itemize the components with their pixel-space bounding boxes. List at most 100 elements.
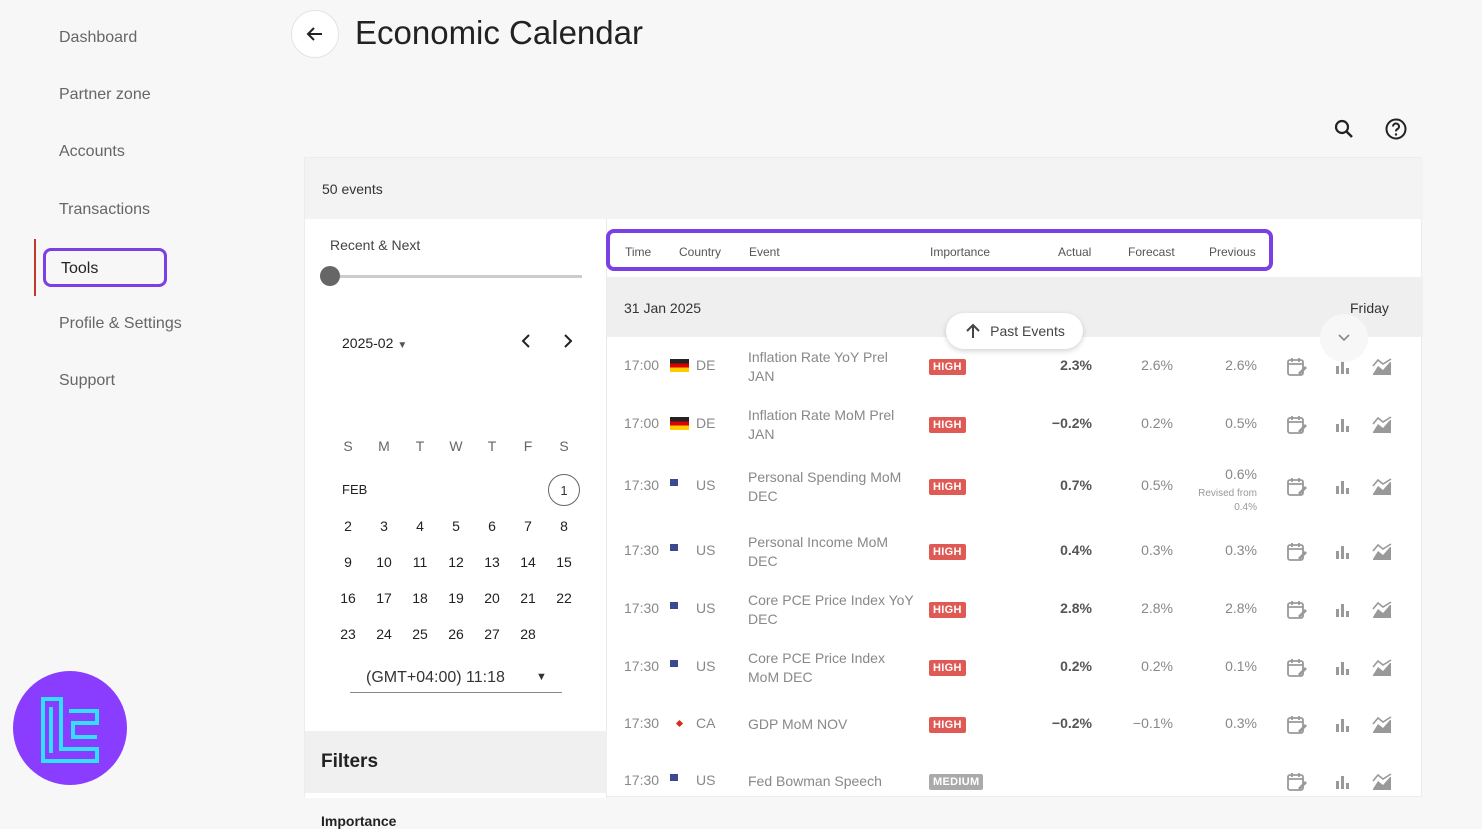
- area-chart-icon[interactable]: [1371, 356, 1393, 378]
- calendar-day[interactable]: 2: [330, 518, 366, 534]
- sidebar-item-support[interactable]: Support: [59, 372, 115, 390]
- table-row[interactable]: 17:30 US Core PCE Price Index MoM DEC HIGH 0…: [607, 639, 1423, 697]
- sidebar-item-partner-zone[interactable]: Partner zone: [59, 86, 151, 104]
- column-forecast[interactable]: Forecast: [1128, 245, 1175, 259]
- calendar-day[interactable]: 4: [402, 518, 438, 534]
- calendar-day[interactable]: 10: [366, 554, 402, 570]
- chevron-down-icon: [1338, 334, 1350, 342]
- next-month-button[interactable]: [557, 331, 577, 357]
- calendar-day[interactable]: 3: [366, 518, 402, 534]
- column-time[interactable]: Time: [625, 245, 651, 259]
- month-selector[interactable]: 2025-02 ▼: [342, 335, 407, 351]
- calendar-day[interactable]: 28: [510, 626, 546, 642]
- bar-chart-icon[interactable]: [1332, 541, 1354, 563]
- range-slider-track[interactable]: [330, 275, 582, 278]
- table-row[interactable]: 17:30 US Personal Income MoM DEC HIGH 0.4% 0.…: [607, 523, 1423, 581]
- sidebar-item-tools[interactable]: Tools: [43, 248, 167, 287]
- calendar-day[interactable]: 27: [474, 626, 510, 642]
- bar-chart-icon[interactable]: [1332, 771, 1354, 793]
- table-row[interactable]: 17:30 CA GDP MoM NOV HIGH −0.2% −0.1% 0.3%: [607, 696, 1423, 754]
- column-country[interactable]: Country: [679, 245, 721, 259]
- calendar-day[interactable]: 21: [510, 590, 546, 606]
- help-icon[interactable]: [1383, 116, 1409, 142]
- area-chart-icon[interactable]: [1371, 771, 1393, 793]
- bar-chart-icon[interactable]: [1332, 599, 1354, 621]
- calendar-day[interactable]: 19: [438, 590, 474, 606]
- bar-chart-icon[interactable]: [1332, 476, 1354, 498]
- calendar-day[interactable]: 22: [546, 590, 582, 606]
- event-forecast: 2.8%: [1141, 600, 1173, 616]
- event-name[interactable]: GDP MoM NOV: [748, 715, 918, 734]
- area-chart-icon[interactable]: [1371, 476, 1393, 498]
- column-previous[interactable]: Previous: [1209, 245, 1256, 259]
- past-events-button[interactable]: Past Events: [946, 313, 1083, 349]
- calendar-day[interactable]: 18: [402, 590, 438, 606]
- importance-filter-label[interactable]: Importance: [321, 813, 396, 829]
- table-row[interactable]: 17:00 DE Inflation Rate MoM Prel JAN HIGH −0…: [607, 396, 1423, 454]
- sidebar-item-profile-settings[interactable]: Profile & Settings: [59, 315, 182, 333]
- area-chart-icon[interactable]: [1371, 414, 1393, 436]
- column-actual[interactable]: Actual: [1058, 245, 1091, 259]
- calendar-day[interactable]: 26: [438, 626, 474, 642]
- sidebar-item-accounts[interactable]: Accounts: [59, 143, 125, 161]
- event-actual: 0.4%: [1060, 542, 1092, 558]
- calendar-day[interactable]: 16: [330, 590, 366, 606]
- calendar-day[interactable]: 15: [546, 554, 582, 570]
- table-row[interactable]: 17:30 US Personal Spending MoM DEC HIGH 0.7%…: [607, 458, 1423, 516]
- importance-badge: HIGH: [929, 658, 966, 676]
- add-to-calendar-icon[interactable]: [1286, 476, 1308, 498]
- event-name[interactable]: Fed Bowman Speech: [748, 772, 918, 791]
- table-row[interactable]: 17:30 US Fed Bowman Speech MEDIUM: [607, 753, 1423, 811]
- area-chart-icon[interactable]: [1371, 714, 1393, 736]
- search-icon[interactable]: [1331, 116, 1357, 142]
- prev-month-button[interactable]: [517, 331, 537, 357]
- calendar-day[interactable]: 23: [330, 626, 366, 642]
- event-forecast: 0.5%: [1141, 477, 1173, 493]
- importance-badge: HIGH: [929, 542, 966, 560]
- calendar-day[interactable]: 12: [438, 554, 474, 570]
- add-to-calendar-icon[interactable]: [1286, 414, 1308, 436]
- calendar-day[interactable]: 7: [510, 518, 546, 534]
- calendar-day[interactable]: 9: [330, 554, 366, 570]
- event-name[interactable]: Core PCE Price Index YoY DEC: [748, 591, 918, 629]
- area-chart-icon[interactable]: [1371, 599, 1393, 621]
- calendar-day[interactable]: 25: [402, 626, 438, 642]
- column-importance[interactable]: Importance: [930, 245, 990, 259]
- calendar-day[interactable]: 8: [546, 518, 582, 534]
- calendar-day[interactable]: 13: [474, 554, 510, 570]
- sidebar-item-dashboard[interactable]: Dashboard: [59, 29, 137, 47]
- calendar-day[interactable]: 5: [438, 518, 474, 534]
- column-event[interactable]: Event: [749, 245, 780, 259]
- event-name[interactable]: Inflation Rate MoM Prel JAN: [748, 406, 918, 444]
- add-to-calendar-icon[interactable]: [1286, 657, 1308, 679]
- scroll-down-button[interactable]: [1320, 314, 1368, 362]
- event-name[interactable]: Core PCE Price Index MoM DEC: [748, 649, 918, 687]
- add-to-calendar-icon[interactable]: [1286, 771, 1308, 793]
- bar-chart-icon[interactable]: [1332, 414, 1354, 436]
- caret-down-icon: ▼: [536, 671, 547, 683]
- timezone-select[interactable]: (GMT+04:00) 11:18 ▼: [350, 663, 562, 693]
- area-chart-icon[interactable]: [1371, 657, 1393, 679]
- calendar-day[interactable]: 6: [474, 518, 510, 534]
- calendar-day[interactable]: 17: [366, 590, 402, 606]
- calendar-day[interactable]: 14: [510, 554, 546, 570]
- table-row[interactable]: 17:30 US Core PCE Price Index YoY DEC HIGH 2…: [607, 581, 1423, 639]
- weekday-label: M: [378, 438, 390, 454]
- sidebar-item-transactions[interactable]: Transactions: [59, 201, 150, 219]
- event-name[interactable]: Personal Spending MoM DEC: [748, 468, 918, 506]
- calendar-day[interactable]: 20: [474, 590, 510, 606]
- calendar-day[interactable]: 24: [366, 626, 402, 642]
- bar-chart-icon[interactable]: [1332, 657, 1354, 679]
- event-name[interactable]: Personal Income MoM DEC: [748, 533, 918, 571]
- area-chart-icon[interactable]: [1371, 541, 1393, 563]
- add-to-calendar-icon[interactable]: [1286, 599, 1308, 621]
- calendar-day[interactable]: 11: [402, 554, 438, 570]
- add-to-calendar-icon[interactable]: [1286, 356, 1308, 378]
- range-slider-handle[interactable]: [320, 266, 340, 286]
- add-to-calendar-icon[interactable]: [1286, 541, 1308, 563]
- back-button[interactable]: [291, 10, 339, 58]
- bar-chart-icon[interactable]: [1332, 714, 1354, 736]
- calendar-day-today[interactable]: 1: [548, 474, 580, 506]
- add-to-calendar-icon[interactable]: [1286, 714, 1308, 736]
- event-name[interactable]: Inflation Rate YoY Prel JAN: [748, 348, 918, 386]
